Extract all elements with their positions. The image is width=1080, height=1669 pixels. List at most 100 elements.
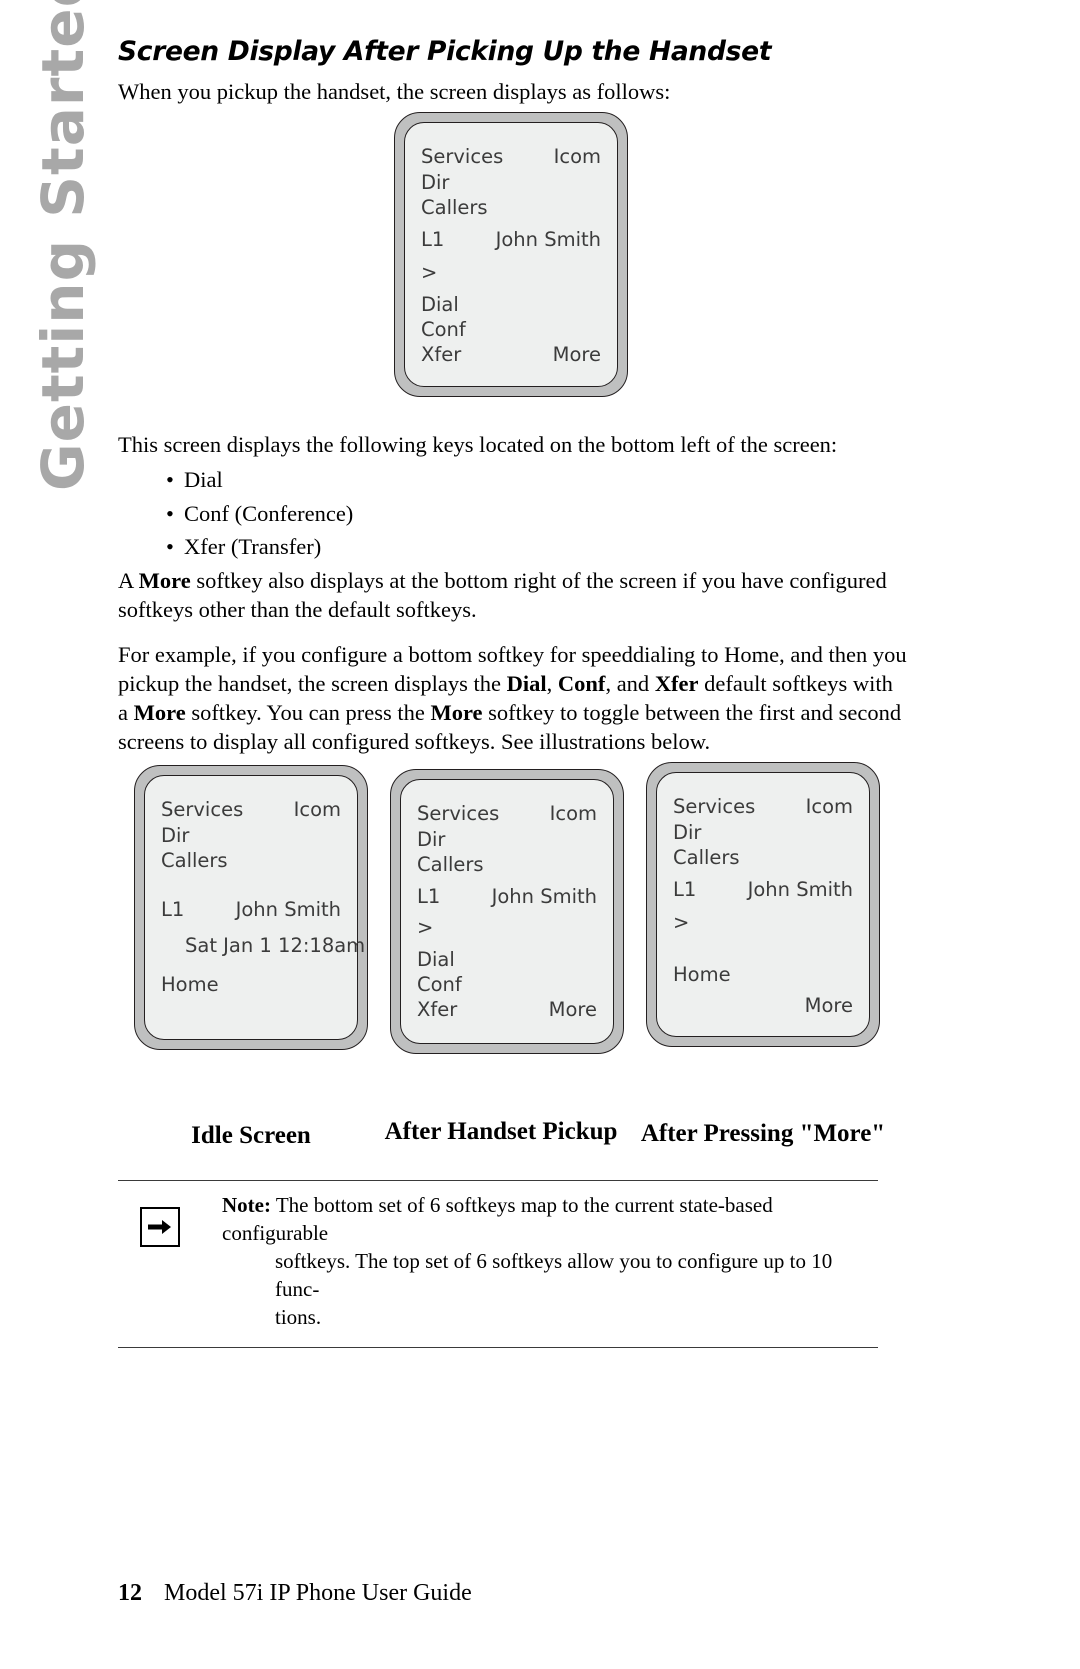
note-label: Note: <box>222 1193 271 1217</box>
dial-prompt: > <box>421 261 438 284</box>
lcd-row-line: L1 John Smith <box>145 898 357 921</box>
figure-caption-more: After Pressing "More" <box>640 1120 886 1147</box>
lcd-row-3: Callers <box>657 846 869 869</box>
lcd-row-home: Home <box>145 973 357 996</box>
page-footer: 12 Model 57i IP Phone User Guide <box>118 1580 472 1607</box>
lcd-row-3: Callers <box>401 853 613 876</box>
lcd-row-home: Home <box>657 963 869 986</box>
softkey-services: Services <box>421 145 504 168</box>
list-item-label: Conf (Conference) <box>184 500 354 526</box>
text-run-bold: More <box>430 700 483 725</box>
softkey-services: Services <box>417 802 500 825</box>
text-run-bold: Conf <box>557 671 606 696</box>
text-run: , and <box>605 671 655 696</box>
lcd-datetime: Sat Jan 1 12:18am <box>185 934 366 957</box>
example-paragraph: For example, if you configure a bottom s… <box>118 640 908 756</box>
lcd-row-dial: Dial <box>401 948 613 971</box>
lcd-row-1: Services Icom <box>405 145 617 168</box>
softkey-callers: Callers <box>161 849 228 872</box>
page-title: Screen Display After Picking Up the Hand… <box>118 36 772 67</box>
lcd-row-conf: Conf <box>401 973 613 996</box>
phone-lcd: Services Icom Dir Callers L1 John Smith … <box>144 775 366 1040</box>
lcd-row-1: Services Icom <box>657 795 869 818</box>
line-label: L1 <box>417 885 441 908</box>
bullet-glyph: • <box>166 467 174 492</box>
softkey-services: Services <box>161 798 244 821</box>
line-label: L1 <box>161 898 185 921</box>
lcd-row-3: Callers <box>145 849 357 872</box>
lcd-row-dial: Dial <box>405 293 617 316</box>
lcd-row-prompt: > <box>401 916 613 939</box>
softkey-xfer: Xfer <box>421 343 462 366</box>
softkey-home: Home <box>673 963 731 986</box>
lcd-row-xfer: Xfer More <box>401 998 613 1021</box>
dial-prompt: > <box>417 916 434 939</box>
caller-name: John Smith <box>747 878 853 901</box>
lcd-row-1: Services Icom <box>145 798 357 821</box>
list-item: • Xfer (Transfer) <box>118 530 818 564</box>
bullet-glyph: • <box>166 534 174 559</box>
caller-name: John Smith <box>491 885 597 908</box>
lcd-row-line: L1 John Smith <box>401 885 613 908</box>
phone-lcd: Services Icom Dir Callers L1 John Smith … <box>404 122 618 387</box>
softkey-conf: Conf <box>417 973 462 996</box>
lcd-row-1: Services Icom <box>401 802 613 825</box>
list-item-label: Dial <box>184 467 223 492</box>
softkey-dial: Dial <box>421 293 459 316</box>
text-run: softkey. You can press the <box>185 700 431 725</box>
note-bottom-rule <box>118 1347 878 1348</box>
note-text: Note: The bottom set of 6 softkeys map t… <box>222 1191 878 1331</box>
lcd-row-line: L1 John Smith <box>405 228 617 251</box>
footer-page-number: 12 <box>118 1580 142 1606</box>
note-body: Note: The bottom set of 6 softkeys map t… <box>118 1181 878 1347</box>
lcd-row-2: Dir <box>401 828 613 851</box>
softkey-dir: Dir <box>673 821 702 844</box>
phone-lcd: Services Icom Dir Callers L1 John Smith … <box>400 779 614 1044</box>
softkey-xfer: Xfer <box>417 998 458 1021</box>
softkey-more: More <box>548 998 597 1021</box>
softkey-callers: Callers <box>673 846 740 869</box>
list-item: • Dial <box>118 463 818 497</box>
note-callout: Note: The bottom set of 6 softkeys map t… <box>118 1180 878 1348</box>
lcd-row-xfer: Xfer More <box>405 343 617 366</box>
list-item: • Conf (Conference) <box>118 497 818 531</box>
text-run-bold: More <box>133 700 186 725</box>
lcd-row-2: Dir <box>657 821 869 844</box>
text-run: A <box>118 568 139 593</box>
text-run-bold: Xfer <box>654 671 699 696</box>
note-line-2: softkeys. The top set of 6 softkeys allo… <box>275 1249 833 1301</box>
more-softkey-paragraph: A More softkey also displays at the bott… <box>118 566 908 624</box>
line-label: L1 <box>673 878 697 901</box>
softkey-icom: Icom <box>553 145 601 168</box>
softkey-dir: Dir <box>161 824 190 847</box>
phone-screen-illustration-more: Services Icom Dir Callers L1 John Smith … <box>646 762 880 1047</box>
lcd-row-3: Callers <box>405 196 617 219</box>
softkey-icom: Icom <box>805 795 853 818</box>
figure-caption-idle: Idle Screen <box>191 1122 311 1149</box>
softkey-icom: Icom <box>549 802 597 825</box>
text-run: , <box>546 671 558 696</box>
phone-lcd: Services Icom Dir Callers L1 John Smith … <box>656 772 870 1037</box>
document-page: Getting Started Screen Display After Pic… <box>0 0 1080 1669</box>
intro-paragraph: When you pickup the handset, the screen … <box>118 79 671 104</box>
footer-guide-title: Model 57i IP Phone User Guide <box>164 1580 472 1606</box>
softkey-home: Home <box>161 973 219 996</box>
chapter-tab: Getting Started <box>0 0 118 520</box>
text-run: softkey also displays at the bottom righ… <box>118 568 887 622</box>
bullet-glyph: • <box>166 500 174 526</box>
softkey-icom: Icom <box>293 798 341 821</box>
lcd-row-conf: Conf <box>405 318 617 341</box>
lcd-row-prompt: > <box>657 911 869 934</box>
softkey-callers: Callers <box>417 853 484 876</box>
list-item-label: Xfer (Transfer) <box>184 534 322 559</box>
softkey-callers: Callers <box>421 196 488 219</box>
text-run-bold: More <box>138 568 191 593</box>
note-line-3: tions. <box>275 1305 322 1329</box>
lcd-row-prompt: > <box>405 261 617 284</box>
softkey-conf: Conf <box>421 318 466 341</box>
softkey-bullet-list: • Dial • Conf (Conference) • Xfer (Trans… <box>118 463 818 564</box>
text-run-bold: Dial <box>506 671 547 696</box>
lcd-row-line: L1 John Smith <box>657 878 869 901</box>
arrow-right-icon <box>140 1207 180 1247</box>
line-label: L1 <box>421 228 445 251</box>
